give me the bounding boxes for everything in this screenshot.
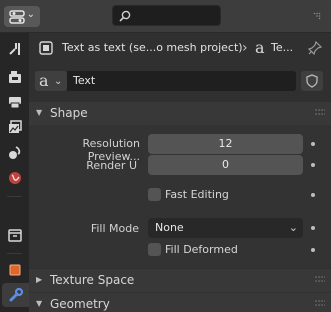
- svg-text:a: a: [255, 40, 265, 56]
- fake-user-button[interactable]: [301, 71, 323, 91]
- collection-icon: [8, 229, 22, 242]
- keyframe-dot[interactable]: [311, 226, 315, 230]
- keyframe-dot[interactable]: [311, 248, 315, 252]
- scene-icon: [9, 146, 21, 159]
- editor-header: ⌄: [0, 0, 331, 33]
- tab-modifiers[interactable]: [2, 283, 29, 307]
- drag-handle-icon[interactable]: [315, 300, 325, 308]
- chevron-down-icon: ⌄: [26, 9, 35, 20]
- area-options-icon[interactable]: [313, 12, 321, 20]
- font-data-icon: a: [255, 40, 265, 56]
- chevron-down-icon: ⌄: [288, 221, 298, 234]
- tab-divider: [7, 253, 22, 254]
- fill-mode-dropdown[interactable]: None ⌄: [148, 218, 303, 238]
- search-input[interactable]: [112, 5, 221, 26]
- tab-collection[interactable]: [3, 223, 27, 247]
- shape-panel-header[interactable]: ▼ Shape: [29, 102, 331, 125]
- drag-handle-icon[interactable]: [315, 109, 325, 117]
- render-u-label: Render U: [86, 159, 137, 172]
- fill-deformed-checkbox[interactable]: [148, 243, 161, 256]
- tab-render[interactable]: [3, 65, 27, 89]
- output-printer-icon: [9, 97, 21, 109]
- fast-editing-label: Fast Editing: [165, 188, 229, 201]
- keyframe-dot[interactable]: [311, 142, 315, 146]
- geometry-panel-title: Geometry: [50, 297, 110, 311]
- tool-icon: [9, 43, 20, 55]
- shape-panel-body: Resolution Preview... 12 Render U 0 Fast…: [29, 125, 331, 268]
- drag-handle-icon[interactable]: [315, 276, 325, 284]
- fast-editing-checkbox[interactable]: [148, 188, 161, 201]
- object-name: Text as text (se...o mesh project): [62, 41, 243, 54]
- fill-mode-value: None: [155, 221, 184, 234]
- geometry-panel-header[interactable]: ▼ Geometry: [29, 293, 331, 312]
- tab-object[interactable]: [3, 258, 27, 282]
- fill-mode-label: Fill Mode: [90, 222, 139, 235]
- world-icon: [9, 172, 21, 184]
- tab-output[interactable]: [3, 90, 27, 114]
- tab-scene[interactable]: [3, 141, 27, 165]
- font-data-icon: a: [39, 73, 49, 89]
- texture-space-panel-title: Texture Space: [50, 273, 135, 287]
- chevron-down-icon: ⌄: [54, 75, 63, 87]
- render-u-field[interactable]: 0: [148, 155, 303, 175]
- shape-panel-title: Shape: [50, 106, 88, 120]
- triangle-right-icon: ▶: [36, 275, 43, 284]
- triangle-down-icon: ▼: [36, 299, 43, 308]
- wrench-icon: [9, 287, 23, 302]
- view-layer-icon: [9, 120, 22, 133]
- object-icon: [9, 264, 21, 276]
- properties-editor-icon: [9, 9, 25, 24]
- fill-deformed-label: Fill Deformed: [165, 243, 238, 256]
- tab-world[interactable]: [3, 166, 27, 190]
- context-breadcrumb: Text as text (se...o mesh project) › a T…: [29, 33, 331, 64]
- data-name: Te...: [271, 41, 294, 54]
- svg-text:a: a: [39, 73, 49, 89]
- shield-icon: [306, 74, 318, 88]
- properties-tab-strip: [0, 33, 29, 312]
- tab-view-layer[interactable]: [3, 115, 27, 139]
- keyframe-dot[interactable]: [311, 163, 315, 167]
- datablock-browse-button[interactable]: a ⌄: [35, 71, 67, 91]
- datablock-selector: a ⌄ Text: [29, 68, 331, 94]
- tab-divider: [7, 196, 22, 197]
- search-icon: [119, 10, 131, 22]
- triangle-down-icon: ▼: [36, 108, 43, 117]
- pin-icon[interactable]: [308, 41, 322, 55]
- tab-tool[interactable]: [3, 37, 27, 61]
- chevron-right-icon: ›: [242, 40, 248, 56]
- editor-type-dropdown[interactable]: ⌄: [4, 6, 40, 27]
- texture-space-panel-header[interactable]: ▶ Texture Space: [29, 269, 331, 292]
- resolution-preview-field[interactable]: 12: [148, 134, 303, 154]
- render-camera-icon: [9, 71, 21, 83]
- object-data-icon: [39, 41, 53, 55]
- datablock-name-field[interactable]: Text: [67, 71, 296, 91]
- keyframe-dot[interactable]: [311, 193, 315, 197]
